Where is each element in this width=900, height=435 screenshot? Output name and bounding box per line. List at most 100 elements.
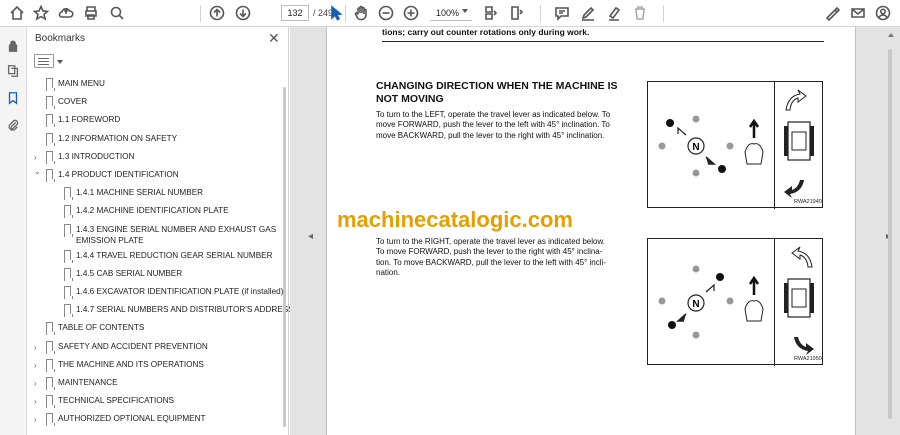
bookmark-label: TABLE OF CONTENTS [58,323,145,333]
bookmark-flag-icon [64,205,73,219]
delete-icon[interactable] [631,4,649,22]
bookmarks-panel-icon[interactable] [5,90,21,106]
bookmark-label: 1.4.5 CAB SERIAL NUMBER [76,268,183,278]
draw-pen-icon[interactable] [579,4,597,22]
scroll-up-icon[interactable] [888,33,894,37]
bookmark-flag-icon [64,304,73,318]
paragraph-line: To move FORWARD, push the lever to the r… [376,247,603,257]
bookmark-label: COVER [58,97,88,107]
right-turn-figure: N RWA21950 [647,238,823,366]
lock-icon[interactable] [5,38,21,54]
zoom-in-icon[interactable] [402,4,420,22]
bookmark-item[interactable]: 1.4.3 ENGINE SERIAL NUMBER AND EXHAUST G… [27,223,277,246]
figure-code: RWA21950 [794,356,822,362]
zoom-select[interactable]: 100% [430,5,472,21]
bookmark-item[interactable]: 1.4.1 MACHINE SERIAL NUMBER [27,187,277,201]
bookmark-item[interactable]: › TECHNICAL SPECIFICATIONS [27,395,277,409]
chevron-right-icon[interactable]: › [34,342,42,352]
document-scrollbar[interactable] [888,49,892,419]
highlight-icon[interactable] [605,4,623,22]
paragraph-line: To turn to the LEFT, operate the travel … [376,110,611,119]
chevron-right-icon[interactable]: › [34,360,42,370]
bookmark-item[interactable]: › MAINTENANCE [27,377,277,390]
bookmark-label: 1.4.2 MACHINE IDENTIFICATION PLATE [76,206,229,216]
paragraph-line: move BACKWARD, pull the lever to the rig… [376,130,605,140]
bookmark-star-icon[interactable] [32,4,50,22]
paragraph-line: tion. To move BACKWARD, pull the lever t… [376,257,606,267]
bookmark-flag-icon [46,114,55,128]
toolbar: 132 / 249 100% [0,0,900,27]
close-icon[interactable]: ✕ [268,30,280,47]
page-thumbnails-icon[interactable] [5,63,21,79]
collapse-panel-icon[interactable]: ◂ [308,231,313,242]
bookmark-item[interactable]: MAIN MENU [27,78,277,91]
bookmark-flag-icon [46,322,55,336]
toolbar-divider [200,5,201,22]
paragraph-line: nation. [376,267,401,277]
chevron-right-icon[interactable]: › [34,152,42,162]
toolbar-divider [345,5,346,22]
bookmark-flag-icon [46,150,55,164]
bookmark-label: 1.3 INTRODUCTION [58,151,135,161]
page-number-input[interactable]: 132 [281,5,309,21]
chevron-right-icon[interactable]: › [34,396,42,406]
bookmark-item[interactable]: 1.4.6 EXCAVATOR IDENTIFICATION PLATE (if… [27,286,283,299]
hand-tool-icon[interactable] [352,4,370,22]
bookmark-label: 1.4.4 TRAVEL REDUCTION GEAR SERIAL NUMBE… [76,250,273,260]
panel-scrollbar[interactable] [283,87,286,427]
top-text-line: tions; carry out counter rotations only … [382,27,590,37]
search-icon[interactable] [108,4,126,22]
account-icon[interactable] [874,4,892,22]
bookmark-label: 1.1 FOREWORD [58,115,121,125]
previous-page-icon[interactable] [208,4,226,22]
bookmark-label: SAFETY AND ACCIDENT PREVENTION [58,341,208,351]
machine-top-view [784,246,814,355]
chevron-down-icon[interactable]: ⌄ [34,166,42,176]
chevron-down-icon[interactable] [462,9,468,13]
comment-icon[interactable] [553,4,571,22]
next-page-icon[interactable] [234,4,252,22]
toolbar-divider [540,5,541,22]
bookmark-item[interactable]: 1.2 INFORMATION ON SAFETY [27,132,277,146]
select-cursor-icon[interactable] [327,4,345,22]
page-display-icon[interactable] [482,4,500,22]
zoom-out-icon[interactable] [377,4,395,22]
bookmark-flag-icon [64,223,73,237]
bookmark-item[interactable]: TABLE OF CONTENTS [27,322,277,336]
watermark-text: machinecatalogic.com [337,207,573,232]
bookmark-flag-icon [46,377,55,390]
bookmark-item[interactable]: COVER [27,96,277,110]
chevron-down-icon[interactable] [57,60,63,64]
figure-code: RWA21940 [794,199,822,205]
bookmark-item[interactable]: › AUTHORIZED OPTIONAL EQUIPMENT [27,413,277,427]
scroll-mode-icon[interactable] [508,4,526,22]
bookmark-label: TECHNICAL SPECIFICATIONS [58,396,175,406]
share-email-icon[interactable] [849,4,867,22]
chevron-right-icon[interactable]: › [34,378,42,388]
bookmark-item[interactable]: ⌄ 1.4 PRODUCT IDENTIFICATION [27,166,277,182]
rule-line [382,41,824,42]
edit-signature-icon[interactable] [824,4,842,22]
bookmark-item[interactable]: 1.1 FOREWORD [27,114,277,128]
bookmark-item[interactable]: 1.4.2 MACHINE IDENTIFICATION PLATE [27,205,277,219]
section-heading: CHANGING DIRECTION WHEN THE MACHINE IS [376,80,618,92]
bookmark-item[interactable]: › 1.3 INTRODUCTION [27,150,277,164]
panel-title: Bookmarks [35,33,86,44]
bookmark-flag-icon [64,286,73,299]
bookmark-label: AUTHORIZED OPTIONAL EQUIPMENT [58,414,206,424]
home-icon[interactable] [8,4,26,22]
bookmark-item[interactable]: 1.4.7 SERIAL NUMBERS AND DISTRIBUTOR'S A… [27,304,294,318]
chevron-right-icon[interactable]: › [34,414,42,424]
bookmark-label: MAIN MENU [58,79,105,88]
bookmark-flag-icon [46,340,55,354]
bookmark-item[interactable]: › THE MACHINE AND ITS OPERATIONS [27,358,277,372]
cloud-upload-icon[interactable] [57,4,75,22]
bookmark-item[interactable]: › SAFETY AND ACCIDENT PREVENTION [27,340,277,354]
print-icon[interactable] [82,4,100,22]
attachments-icon[interactable] [5,117,21,133]
right-turn-paragraph: To turn to the RIGHT, operate the travel… [376,237,606,278]
bookmark-label: 1.4.7 SERIAL NUMBERS AND DISTRIBUTOR'S A… [76,305,294,315]
bookmark-item[interactable]: 1.4.5 CAB SERIAL NUMBER [27,267,277,281]
bookmark-item[interactable]: 1.4.4 TRAVEL REDUCTION GEAR SERIAL NUMBE… [27,249,277,263]
bookmark-options-icon[interactable] [34,54,54,68]
